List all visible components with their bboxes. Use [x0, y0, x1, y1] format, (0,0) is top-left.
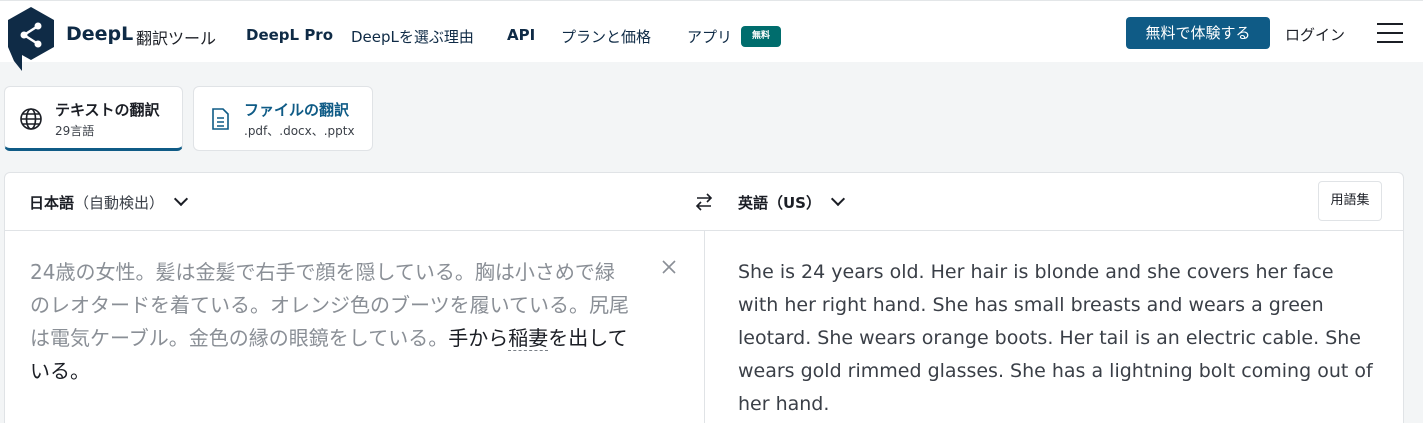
translator-header: 日本語（自動検出） 英語（US） 用語集 [5, 173, 1403, 231]
nav-apps[interactable]: アプリ [687, 26, 732, 47]
panel-divider [704, 231, 705, 423]
login-link[interactable]: ログイン [1285, 24, 1345, 45]
hamburger-icon[interactable] [1377, 23, 1403, 45]
document-icon [212, 108, 229, 130]
top-navigation-bar: DeepL 翻訳ツール DeepL Pro DeepLを選ぶ理由 API プラン… [0, 0, 1423, 71]
target-language: 英語（US） [738, 194, 821, 212]
tab-file-translation[interactable]: ファイルの翻訳 .pdf、.docx、.pptx [193, 86, 373, 151]
swap-arrows-icon[interactable] [693, 191, 715, 213]
nav-api[interactable]: API [507, 26, 535, 44]
globe-icon [20, 108, 42, 130]
tab-text-subtitle: 29言語 [55, 124, 95, 138]
brand-subtitle[interactable]: 翻訳ツール [136, 25, 216, 49]
target-language-select[interactable]: 英語（US） [738, 191, 846, 213]
translation-output[interactable]: She is 24 years old. Her hair is blonde … [738, 256, 1378, 421]
chevron-down-icon [830, 191, 846, 207]
tab-file-subtitle: .pdf、.docx、.pptx [244, 124, 355, 138]
nav-deepl-pro[interactable]: DeepL Pro [246, 26, 333, 44]
source-auto-detect: （自動検出） [74, 194, 165, 212]
source-text-input[interactable]: 24歳の女性。髪は金髪で右手で顔を隠している。胸は小さめで緑のレオタードを着てい… [30, 256, 630, 388]
tab-text-translation[interactable]: テキストの翻訳 29言語 [4, 86, 183, 151]
translator-panel: 日本語（自動検出） 英語（US） 用語集 24歳の女性。髪は金髪で右手で顔を隠し… [4, 172, 1404, 423]
glossary-button[interactable]: 用語集 [1318, 181, 1382, 221]
deepl-logo-icon[interactable] [4, 5, 58, 73]
tab-file-title: ファイルの翻訳 [244, 101, 350, 119]
free-badge: 無料 [741, 26, 781, 47]
nav-why-deepl[interactable]: DeepLを選ぶ理由 [351, 26, 474, 47]
close-icon[interactable] [661, 259, 677, 275]
source-text-underlined-word[interactable]: 稲妻 [508, 326, 549, 351]
source-text-part: 手から [448, 326, 509, 350]
brand-name[interactable]: DeepL [66, 23, 133, 45]
nav-pricing[interactable]: プランと価格 [561, 26, 651, 47]
free-trial-button[interactable]: 無料で体験する [1126, 17, 1270, 49]
tab-text-title: テキストの翻訳 [55, 101, 160, 119]
chevron-down-icon [173, 191, 189, 207]
source-language-select[interactable]: 日本語（自動検出） [29, 191, 189, 213]
source-language: 日本語 [29, 194, 75, 212]
